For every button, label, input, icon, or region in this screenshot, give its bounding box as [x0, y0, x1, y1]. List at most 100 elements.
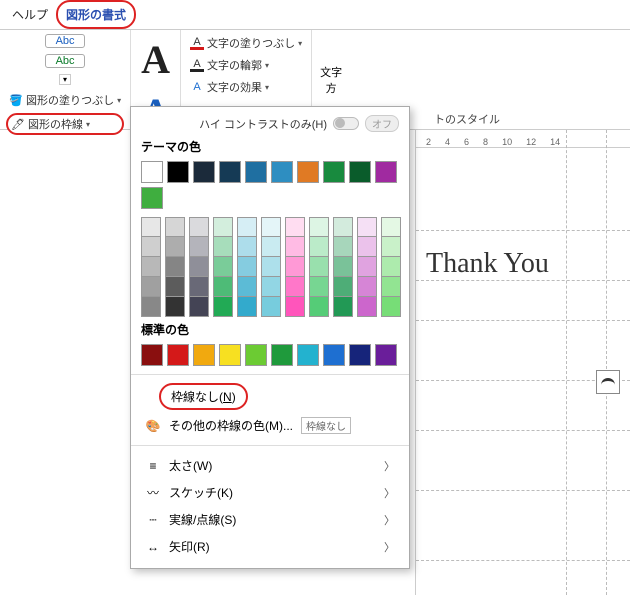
- color-swatch[interactable]: [323, 161, 345, 183]
- shape-style-more[interactable]: ▾: [59, 74, 71, 85]
- text-effects-button[interactable]: A 文字の効果▾: [187, 78, 305, 96]
- color-swatch[interactable]: [261, 297, 281, 317]
- color-swatch[interactable]: [375, 161, 397, 183]
- color-swatch[interactable]: [357, 237, 377, 257]
- color-swatch[interactable]: [357, 297, 377, 317]
- color-swatch[interactable]: [349, 161, 371, 183]
- text-fill-button[interactable]: A 文字の塗りつぶし▾: [187, 34, 305, 52]
- color-swatch[interactable]: [297, 344, 319, 366]
- color-swatch[interactable]: [237, 297, 257, 317]
- color-swatch[interactable]: [193, 161, 215, 183]
- wordart-preset-1[interactable]: A: [141, 36, 170, 83]
- color-swatch[interactable]: [189, 257, 209, 277]
- color-swatch[interactable]: [165, 257, 185, 277]
- color-swatch[interactable]: [333, 217, 353, 237]
- color-swatch[interactable]: [167, 344, 189, 366]
- color-swatch[interactable]: [237, 277, 257, 297]
- color-swatch[interactable]: [213, 257, 233, 277]
- color-swatch[interactable]: [213, 237, 233, 257]
- color-swatch[interactable]: [141, 257, 161, 277]
- color-swatch[interactable]: [189, 217, 209, 237]
- outline-weight-item[interactable]: ≡ 太さ(W) 〉: [141, 452, 399, 479]
- color-swatch[interactable]: [261, 277, 281, 297]
- color-swatch[interactable]: [333, 277, 353, 297]
- color-swatch[interactable]: [165, 217, 185, 237]
- tab-shape-format[interactable]: 図形の書式: [56, 0, 136, 29]
- color-swatch[interactable]: [213, 297, 233, 317]
- color-swatch[interactable]: [141, 187, 163, 209]
- color-swatch[interactable]: [193, 344, 215, 366]
- color-swatch[interactable]: [285, 237, 305, 257]
- color-swatch[interactable]: [165, 297, 185, 317]
- shape-style-preset-1[interactable]: Abc: [45, 34, 85, 48]
- color-swatch[interactable]: [141, 217, 161, 237]
- outline-sketch-item[interactable]: 〰 スケッチ(K) 〉: [141, 479, 399, 506]
- chevron-down-icon: ▾: [117, 96, 121, 105]
- color-swatch[interactable]: [323, 344, 345, 366]
- chevron-down-icon: ▾: [298, 39, 302, 48]
- tab-help[interactable]: ヘルプ: [4, 2, 56, 27]
- color-swatch[interactable]: [357, 277, 377, 297]
- color-swatch[interactable]: [141, 237, 161, 257]
- color-swatch[interactable]: [237, 257, 257, 277]
- color-swatch[interactable]: [165, 237, 185, 257]
- color-swatch[interactable]: [309, 297, 329, 317]
- color-swatch[interactable]: [189, 237, 209, 257]
- text-effects-icon: A: [190, 80, 204, 94]
- color-swatch[interactable]: [237, 217, 257, 237]
- color-swatch[interactable]: [261, 237, 281, 257]
- color-swatch[interactable]: [357, 217, 377, 237]
- high-contrast-label: ハイ コントラストのみ(H): [199, 116, 327, 132]
- color-swatch[interactable]: [309, 217, 329, 237]
- color-swatch[interactable]: [381, 217, 401, 237]
- color-swatch[interactable]: [333, 237, 353, 257]
- outline-arrows-item[interactable]: ↔ 矢印(R) 〉: [141, 533, 399, 560]
- high-contrast-toggle[interactable]: [333, 117, 359, 130]
- text-outline-button[interactable]: A 文字の輪郭▾: [187, 56, 305, 74]
- color-swatch[interactable]: [375, 344, 397, 366]
- color-swatch[interactable]: [333, 297, 353, 317]
- shape-style-preset-2[interactable]: Abc: [45, 54, 85, 68]
- shape-fill-button[interactable]: 🪣 図形の塗りつぶし ▾: [6, 91, 124, 109]
- color-swatch[interactable]: [237, 237, 257, 257]
- shape-outline-button[interactable]: 🖊 図形の枠線 ▾: [6, 113, 124, 135]
- color-swatch[interactable]: [219, 344, 241, 366]
- color-swatch[interactable]: [271, 344, 293, 366]
- color-swatch[interactable]: [285, 297, 305, 317]
- color-swatch[interactable]: [285, 277, 305, 297]
- color-swatch[interactable]: [245, 161, 267, 183]
- color-swatch[interactable]: [219, 161, 241, 183]
- color-swatch[interactable]: [141, 161, 163, 183]
- color-swatch[interactable]: [165, 277, 185, 297]
- color-swatch[interactable]: [333, 257, 353, 277]
- color-swatch[interactable]: [381, 277, 401, 297]
- color-swatch[interactable]: [189, 297, 209, 317]
- color-swatch[interactable]: [141, 297, 161, 317]
- no-outline-item[interactable]: 枠線なし(N): [159, 383, 248, 410]
- color-swatch[interactable]: [261, 217, 281, 237]
- color-swatch[interactable]: [285, 257, 305, 277]
- color-swatch[interactable]: [285, 217, 305, 237]
- color-swatch[interactable]: [245, 344, 267, 366]
- color-swatch[interactable]: [141, 277, 161, 297]
- color-swatch[interactable]: [349, 344, 371, 366]
- chevron-right-icon: 〉: [384, 539, 395, 555]
- color-swatch[interactable]: [309, 257, 329, 277]
- color-swatch[interactable]: [213, 277, 233, 297]
- color-swatch[interactable]: [357, 257, 377, 277]
- color-swatch[interactable]: [309, 237, 329, 257]
- color-swatch[interactable]: [261, 257, 281, 277]
- outline-dashes-item[interactable]: ┄ 実線/点線(S) 〉: [141, 506, 399, 533]
- color-swatch[interactable]: [271, 161, 293, 183]
- color-swatch[interactable]: [189, 277, 209, 297]
- color-swatch[interactable]: [297, 161, 319, 183]
- color-swatch[interactable]: [167, 161, 189, 183]
- layout-options-handle[interactable]: [596, 370, 620, 394]
- color-swatch[interactable]: [381, 297, 401, 317]
- color-swatch[interactable]: [381, 237, 401, 257]
- more-outline-colors-item[interactable]: 🎨 その他の枠線の色(M)... 枠線なし: [141, 412, 399, 439]
- color-swatch[interactable]: [381, 257, 401, 277]
- color-swatch[interactable]: [213, 217, 233, 237]
- color-swatch[interactable]: [309, 277, 329, 297]
- color-swatch[interactable]: [141, 344, 163, 366]
